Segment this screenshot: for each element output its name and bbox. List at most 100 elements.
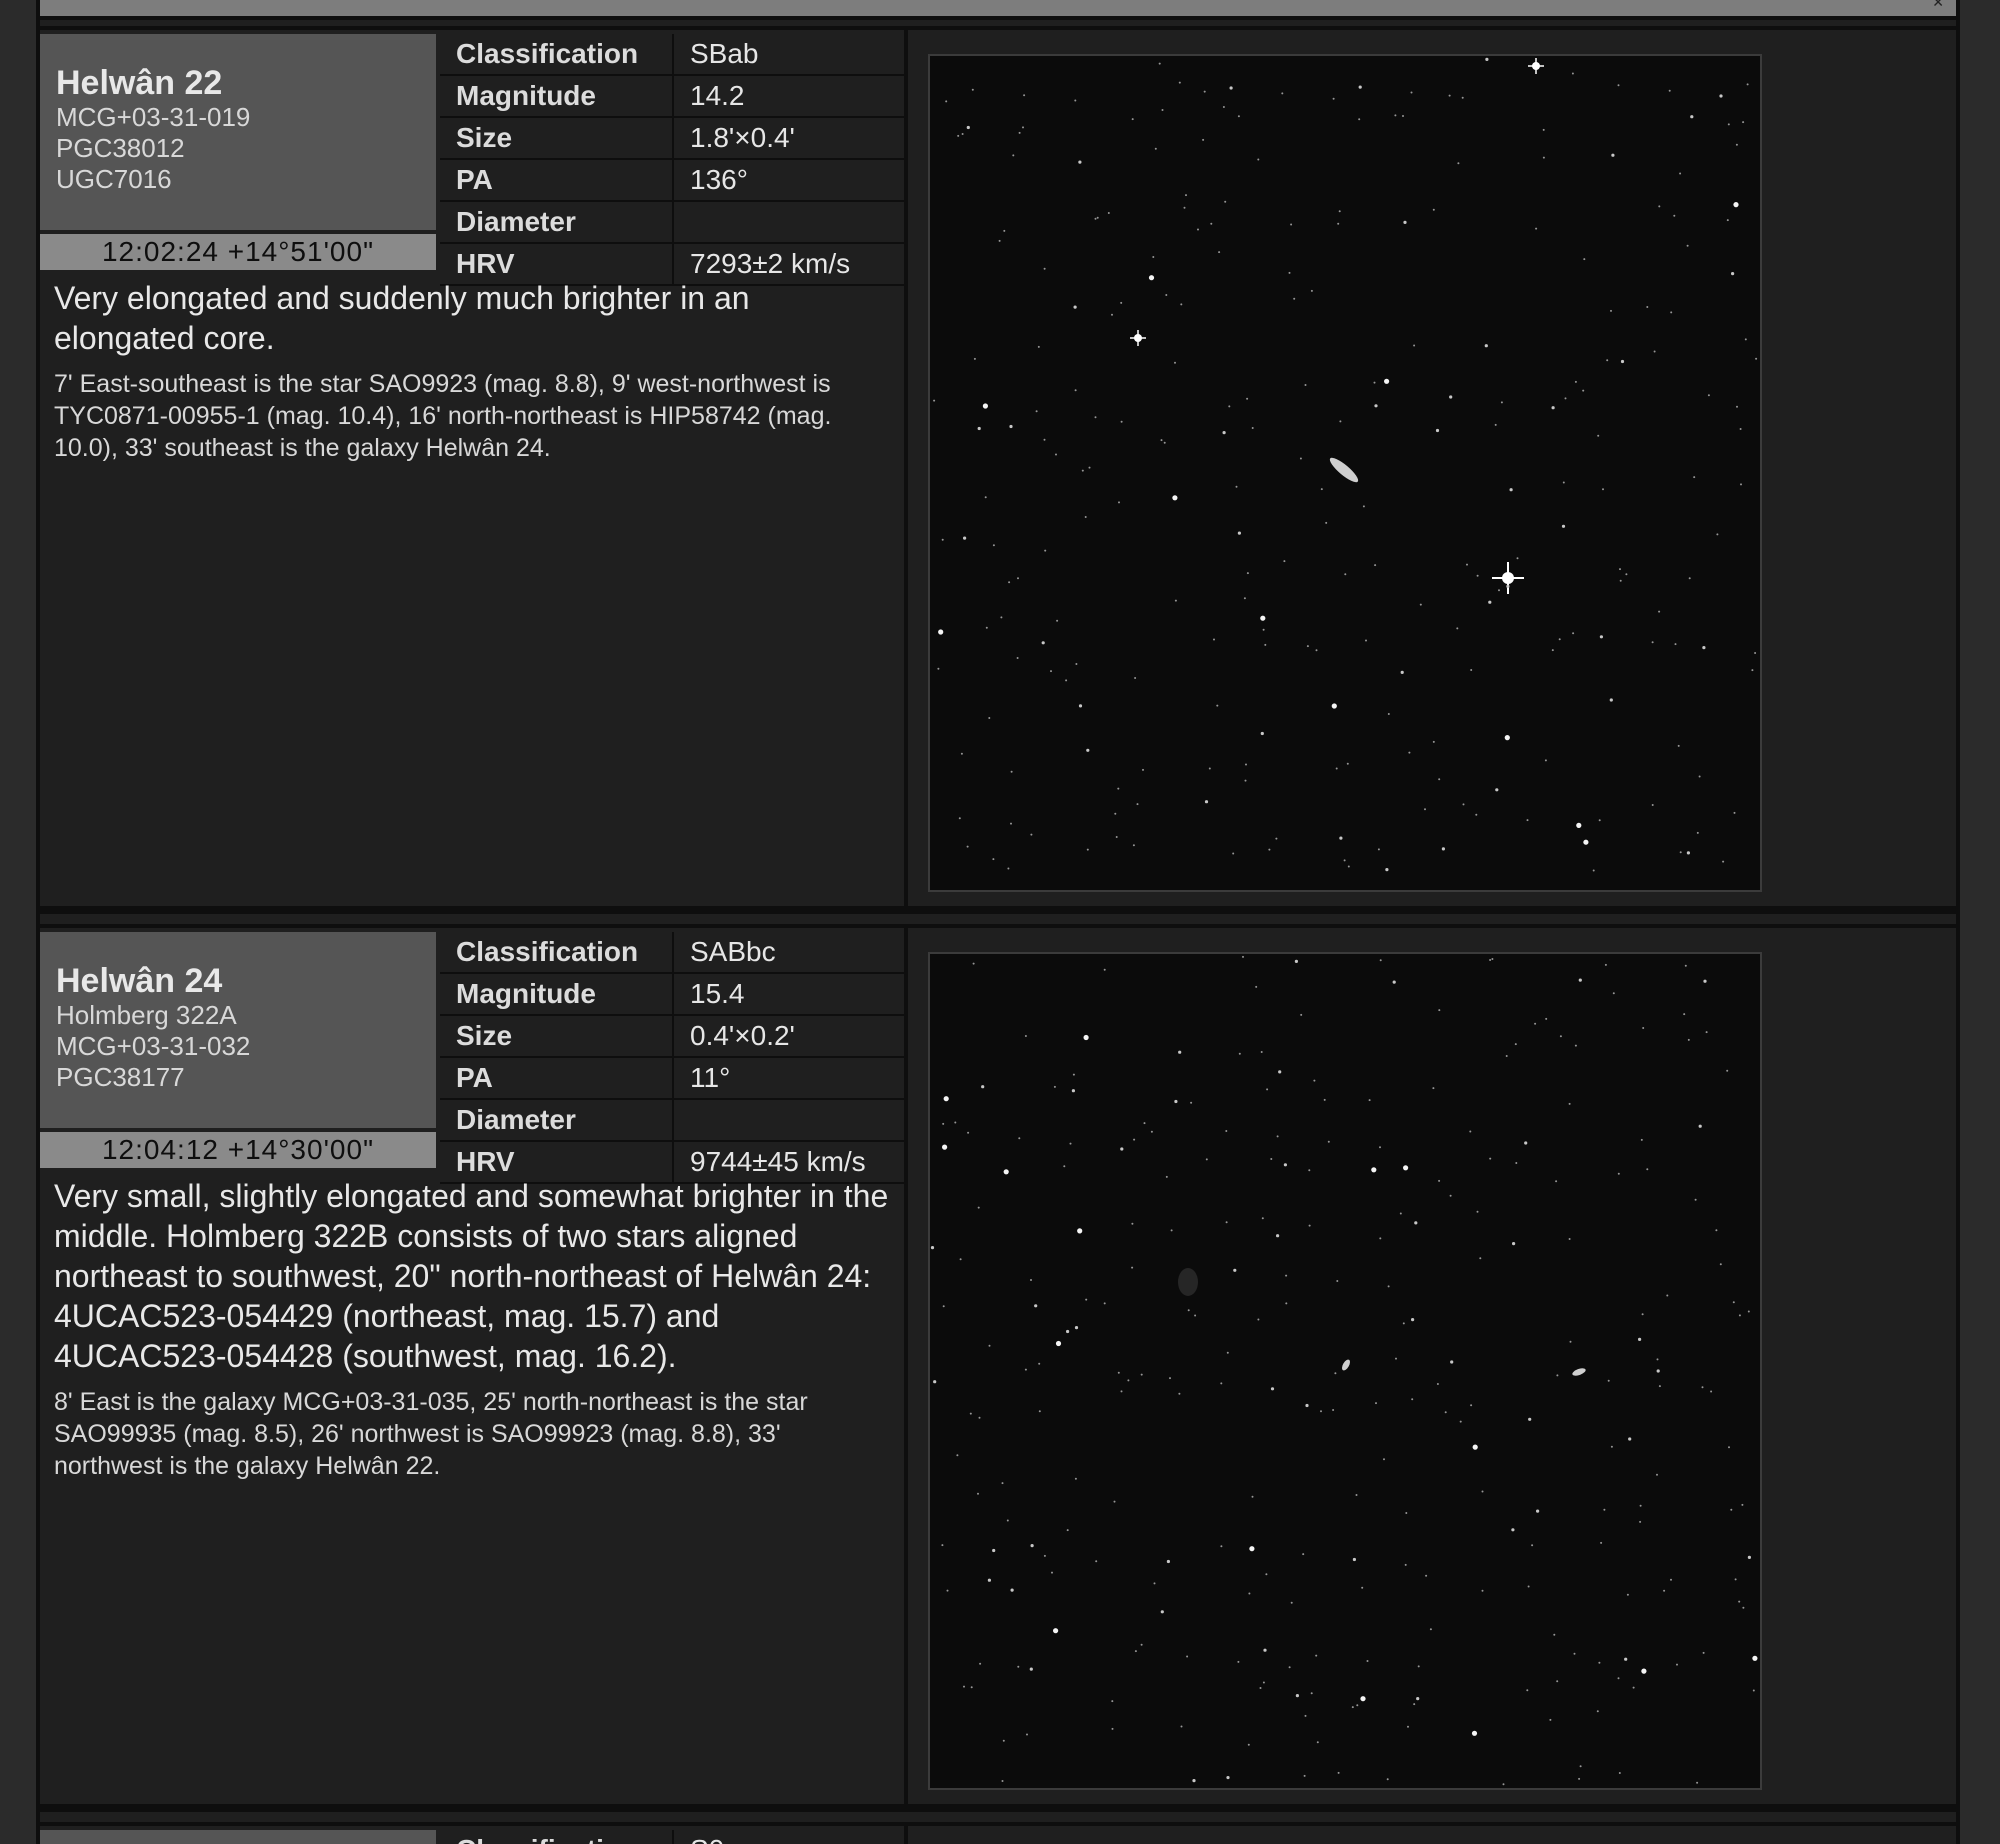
property-row: PA 11° xyxy=(440,1057,904,1100)
star xyxy=(1656,1473,1658,1476)
star xyxy=(1625,573,1628,576)
star xyxy=(1261,1217,1264,1220)
star xyxy=(1275,837,1278,840)
star xyxy=(1568,1238,1571,1240)
star xyxy=(1310,1692,1313,1695)
star xyxy=(1432,208,1435,211)
star xyxy=(1698,775,1701,778)
star xyxy=(1542,156,1545,159)
star xyxy=(1010,822,1012,825)
property-key: Magnitude xyxy=(440,75,674,118)
star xyxy=(1515,1162,1518,1164)
star xyxy=(1088,466,1091,469)
star xyxy=(1346,762,1349,765)
star xyxy=(1425,1574,1428,1577)
star xyxy=(1327,1140,1330,1143)
object-name-box xyxy=(40,1830,436,1844)
star xyxy=(1050,670,1052,673)
star xyxy=(1337,1771,1340,1774)
property-key: PA xyxy=(440,159,674,202)
star xyxy=(1148,275,1155,281)
star xyxy=(1744,338,1747,341)
star xyxy=(1210,222,1213,225)
star xyxy=(1405,1512,1408,1514)
star xyxy=(1334,1372,1337,1375)
star xyxy=(1703,979,1707,983)
star xyxy=(1408,751,1411,754)
star xyxy=(1208,767,1211,770)
star xyxy=(1368,1099,1371,1102)
star xyxy=(1260,731,1264,736)
star xyxy=(1526,819,1529,822)
star xyxy=(1469,1130,1472,1133)
star xyxy=(1303,1774,1306,1777)
star xyxy=(1242,955,1244,958)
star xyxy=(1003,229,1006,232)
star xyxy=(1222,106,1225,108)
property-value: 0.4'×0.2' xyxy=(673,1015,904,1058)
star xyxy=(1247,1743,1250,1746)
star xyxy=(1248,1592,1251,1595)
star xyxy=(1402,115,1404,117)
object-description: Very elongated and suddenly much brighte… xyxy=(54,278,894,464)
star xyxy=(1056,619,1059,622)
star xyxy=(1002,1739,1005,1742)
star xyxy=(1071,1089,1075,1093)
star xyxy=(1696,831,1699,834)
star xyxy=(933,1380,937,1384)
star xyxy=(1320,1410,1322,1413)
star xyxy=(1596,1710,1599,1713)
star xyxy=(1178,81,1181,84)
star xyxy=(1646,1168,1649,1171)
star xyxy=(1658,610,1661,613)
star xyxy=(1558,638,1561,641)
star xyxy=(1262,628,1265,631)
star xyxy=(1379,1237,1382,1240)
star xyxy=(937,667,940,670)
star xyxy=(1308,1224,1311,1227)
star xyxy=(1610,309,1612,312)
star xyxy=(1375,1402,1377,1405)
star xyxy=(1226,1351,1229,1354)
star xyxy=(1562,481,1565,484)
star xyxy=(1432,740,1435,743)
object-alias: MCG+03-31-019 xyxy=(56,102,251,132)
star xyxy=(1315,649,1318,652)
star xyxy=(1656,1369,1660,1373)
star xyxy=(1462,803,1465,806)
star xyxy=(1535,227,1538,230)
star xyxy=(1008,581,1011,584)
star xyxy=(1073,305,1077,309)
object-entry: Helwân 24 Holmberg 322A MCG+03-31-032 PG… xyxy=(40,924,1956,1812)
star xyxy=(1001,1780,1004,1782)
star xyxy=(1479,1257,1482,1260)
property-row: Size 0.4'×0.2' xyxy=(440,1015,904,1058)
star xyxy=(1185,194,1187,197)
star xyxy=(1696,1781,1699,1784)
star xyxy=(1489,1157,1492,1160)
star xyxy=(1668,89,1671,92)
star xyxy=(1172,495,1178,501)
star xyxy=(1035,410,1038,413)
star xyxy=(1178,1392,1181,1395)
star xyxy=(1741,1503,1744,1506)
star xyxy=(1738,1314,1741,1317)
star xyxy=(1500,401,1503,404)
star xyxy=(1290,223,1293,226)
star xyxy=(1204,800,1209,804)
star xyxy=(1174,1099,1178,1104)
star xyxy=(1542,128,1545,131)
star xyxy=(942,1122,945,1125)
star xyxy=(942,1144,948,1150)
star xyxy=(1249,1546,1255,1552)
star xyxy=(1225,1130,1228,1132)
property-value: SABbc xyxy=(673,932,904,974)
column-divider xyxy=(904,928,908,1808)
star xyxy=(1007,867,1010,870)
star xyxy=(1053,1628,1059,1634)
object-alias: Holmberg 322A xyxy=(56,1000,237,1030)
star xyxy=(1009,424,1013,429)
star xyxy=(1160,439,1163,442)
star xyxy=(1237,531,1241,535)
star xyxy=(1489,959,1492,961)
